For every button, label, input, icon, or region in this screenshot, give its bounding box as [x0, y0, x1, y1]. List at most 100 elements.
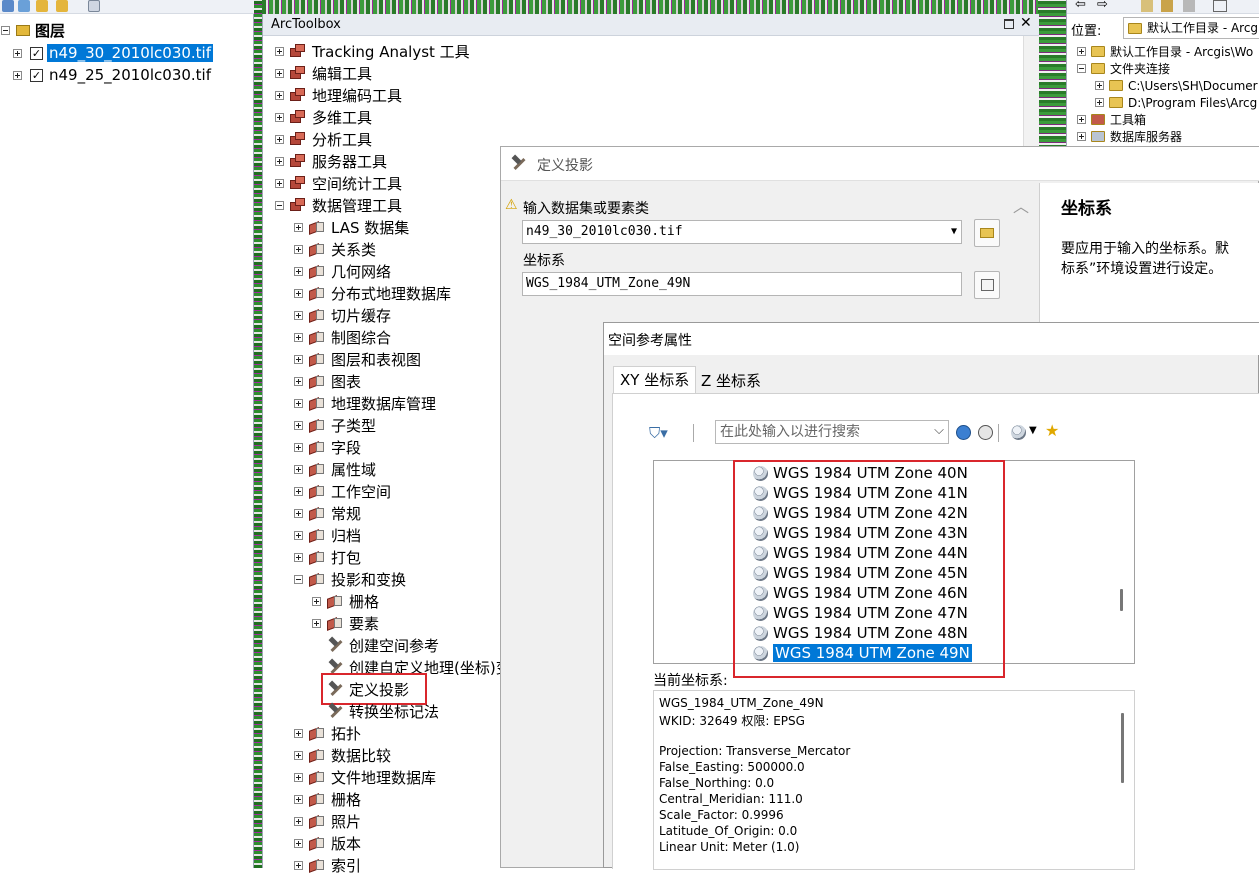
layer-visibility-checkbox[interactable]: ✓	[30, 46, 43, 60]
toolbox-item[interactable]: 字段	[294, 436, 361, 458]
expand-icon[interactable]	[294, 266, 303, 276]
dropdown-arrow-icon[interactable]: ▼	[1029, 425, 1037, 436]
toolbox-item[interactable]: 创建空间参考	[312, 634, 439, 656]
filter-icon[interactable]: ⛉▾	[649, 424, 668, 442]
back-arrow-icon[interactable]: ⇦	[1075, 0, 1086, 12]
toolbox-item[interactable]: 几何网络	[294, 260, 391, 282]
toolbox-item[interactable]: 数据比较	[294, 744, 391, 766]
close-icon[interactable]: ✕	[1020, 15, 1032, 31]
add-to-favorites-icon[interactable]: ★	[1045, 421, 1059, 440]
expand-icon[interactable]	[294, 772, 303, 782]
expand-icon[interactable]	[1095, 81, 1104, 90]
expand-icon[interactable]	[294, 222, 303, 232]
expand-icon[interactable]	[275, 68, 284, 78]
expand-icon[interactable]	[275, 156, 284, 166]
input-dataset-combobox[interactable]: n49_30_2010lc030.tif ▼	[522, 220, 962, 244]
collapse-icon[interactable]	[1, 25, 10, 35]
catalog-item[interactable]: D:\Program Files\Arcg	[1095, 94, 1257, 111]
expand-icon[interactable]	[275, 112, 284, 122]
layer-visibility-checkbox[interactable]: ✓	[30, 68, 43, 82]
expand-icon[interactable]	[294, 310, 303, 320]
toolbox-item[interactable]: 服务器工具	[275, 150, 387, 172]
toolbox-item[interactable]: 转换坐标记法	[312, 700, 439, 722]
layers-group[interactable]: 图层	[1, 19, 65, 41]
toolbox-item[interactable]: 文件地理数据库	[294, 766, 436, 788]
expand-icon[interactable]	[294, 288, 303, 298]
toolbox-item[interactable]: 地理数据库管理	[294, 392, 436, 414]
expand-icon[interactable]	[13, 70, 22, 80]
toolbox-item[interactable]: 数据管理工具	[275, 194, 402, 216]
scrollbar-thumb[interactable]	[1120, 589, 1123, 611]
expand-icon[interactable]	[294, 816, 303, 826]
toolbox-item[interactable]: 版本	[294, 832, 361, 854]
layer-name[interactable]: n49_25_2010lc030.tif	[49, 66, 211, 84]
toolbox-item[interactable]: 栅格	[312, 590, 379, 612]
expand-icon[interactable]	[275, 46, 284, 56]
toolbox-item[interactable]: 制图综合	[294, 326, 391, 348]
expand-icon[interactable]	[1077, 132, 1086, 141]
maximize-icon[interactable]	[1004, 19, 1014, 29]
search-icon[interactable]	[956, 425, 971, 440]
toolbox-item[interactable]: 关系类	[294, 238, 376, 260]
expand-icon[interactable]	[1077, 115, 1086, 124]
toolbox-item[interactable]: 索引	[294, 854, 361, 876]
expand-icon[interactable]	[312, 596, 321, 606]
tab-z-coordinate-system[interactable]: Z 坐标系	[695, 368, 767, 394]
tab-xy-coordinate-system[interactable]: XY 坐标系	[613, 366, 697, 394]
catalog-item[interactable]: 默认工作目录 - Arcgis\Wo	[1077, 43, 1253, 60]
toolbox-item[interactable]: 子类型	[294, 414, 376, 436]
toolbox-item[interactable]: 地理编码工具	[275, 84, 402, 106]
expand-icon[interactable]	[294, 486, 303, 496]
expand-icon[interactable]	[294, 530, 303, 540]
expand-icon[interactable]	[13, 48, 22, 58]
catalog-item[interactable]: 工具箱	[1077, 111, 1146, 128]
catalog-item[interactable]: 数据库服务器	[1077, 128, 1182, 145]
list-by-visibility-icon[interactable]	[36, 0, 48, 12]
expand-icon[interactable]	[275, 134, 284, 144]
toolbox-item[interactable]: 照片	[294, 810, 361, 832]
toolbox-item[interactable]: 常规	[294, 502, 361, 524]
expand-icon[interactable]	[275, 178, 284, 188]
chevron-down-icon[interactable]: ⌵	[934, 420, 944, 442]
toolbox-item[interactable]: 打包	[294, 546, 361, 568]
toolbox-item[interactable]: 图层和表视图	[294, 348, 421, 370]
browse-button[interactable]	[974, 219, 1000, 247]
expand-icon[interactable]	[1077, 47, 1086, 56]
spatial-reference-properties-button[interactable]	[974, 271, 1000, 299]
expand-icon[interactable]	[294, 508, 303, 518]
expand-icon[interactable]	[294, 860, 303, 870]
catalog-item[interactable]: C:\Users\SH\Documer	[1095, 77, 1258, 94]
location-combobox[interactable]: 默认工作目录 - Arcgis\	[1123, 17, 1259, 39]
layer-item[interactable]: ✓ n49_30_2010lc030.tif	[13, 42, 213, 64]
search-input[interactable]: 在此处输入以进行搜索 ⌵	[715, 420, 949, 444]
expand-icon[interactable]	[294, 750, 303, 760]
expand-icon[interactable]	[312, 618, 321, 628]
expand-icon[interactable]	[294, 442, 303, 452]
toolbox-item[interactable]: 图表	[294, 370, 361, 392]
scrollbar-thumb[interactable]	[1121, 713, 1124, 783]
expand-icon[interactable]	[294, 728, 303, 738]
toolbox-item[interactable]: 分析工具	[275, 128, 372, 150]
collapse-icon[interactable]	[1077, 64, 1086, 73]
toolbox-item[interactable]: 空间统计工具	[275, 172, 402, 194]
clear-search-icon[interactable]	[978, 425, 993, 440]
list-by-source-icon[interactable]	[18, 0, 30, 12]
toolbox-item[interactable]: 要素	[312, 612, 379, 634]
toolbox-item[interactable]: 多维工具	[275, 106, 372, 128]
toolbox-item[interactable]: 属性域	[294, 458, 376, 480]
dropdown-arrow-icon[interactable]: ▼	[951, 221, 957, 243]
forward-arrow-icon[interactable]: ⇨	[1097, 0, 1108, 12]
home-icon[interactable]	[1161, 0, 1173, 12]
layer-name[interactable]: n49_30_2010lc030.tif	[47, 44, 213, 62]
layer-item[interactable]: ✓ n49_25_2010lc030.tif	[13, 64, 211, 86]
expand-icon[interactable]	[294, 464, 303, 474]
list-by-drawing-order-icon[interactable]	[2, 0, 14, 12]
toolbox-item[interactable]: 栅格	[294, 788, 361, 810]
globe-menu-icon[interactable]	[1011, 425, 1026, 440]
expand-icon[interactable]	[294, 376, 303, 386]
toolbox-item[interactable]: 投影和变换	[294, 568, 406, 590]
expand-icon[interactable]	[294, 354, 303, 364]
collapse-icon[interactable]	[294, 574, 303, 584]
toolbox-item[interactable]: 编辑工具	[275, 62, 372, 84]
collapse-icon[interactable]	[275, 200, 284, 210]
